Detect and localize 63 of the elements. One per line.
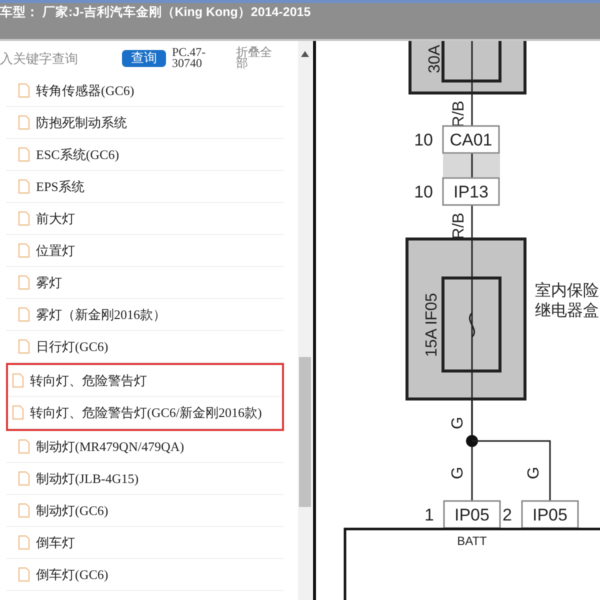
document-icon — [12, 373, 24, 388]
connector-label: IP13 — [454, 182, 488, 202]
scrollbar[interactable] — [298, 41, 312, 600]
scroll-thumb[interactable] — [299, 357, 311, 507]
scroll-up-icon[interactable] — [301, 51, 309, 57]
tree-item[interactable]: 转角传感器(GC6) — [6, 75, 284, 107]
tree-item[interactable]: 防抱死制动系统 — [6, 107, 284, 139]
tree-item[interactable]: 倒车灯(GC6) — [6, 559, 284, 591]
document-icon — [18, 503, 30, 518]
connector-shade — [443, 154, 500, 177]
tree-item[interactable]: 制动灯(GC6) — [6, 495, 284, 527]
tree-item[interactable]: 雾灯（新金刚2016款） — [6, 299, 284, 331]
document-icon — [18, 83, 30, 98]
search-field[interactable]: 入关键字查询 — [0, 50, 116, 66]
document-icon — [18, 307, 30, 322]
tree-item[interactable]: 雾灯 — [6, 267, 284, 299]
box-label: 室内保险 — [535, 282, 599, 300]
connector-box — [443, 500, 501, 529]
tree-item[interactable]: ESC系统(GC6) — [6, 139, 284, 171]
pin-number: 10 — [414, 130, 433, 150]
pin-number: 10 — [414, 182, 433, 202]
tree-item[interactable]: 位置灯 — [6, 235, 284, 267]
junction-dot — [466, 435, 478, 447]
fuse-label: 15A IF05 — [424, 292, 440, 358]
code-text: PC.47-30740 — [172, 47, 207, 69]
wire-label: G — [450, 466, 466, 480]
tree-item[interactable]: 制动灯(JLB-4G15) — [6, 463, 284, 495]
document-icon — [12, 405, 24, 420]
tree-item[interactable]: 前大灯 — [6, 203, 284, 235]
tree-item[interactable]: 制动灯(MR479QN/479QA) — [6, 431, 284, 463]
connector-box — [521, 500, 579, 529]
connector-box — [442, 177, 500, 206]
connector-label: IP05 — [532, 506, 568, 524]
box-label: 继电器盒 — [535, 302, 599, 320]
tree-item[interactable]: 日行灯(GC6) — [6, 331, 284, 363]
document-icon — [18, 535, 30, 550]
fuse-symbol — [469, 312, 475, 338]
document-icon — [18, 147, 30, 162]
wire-label: G — [450, 416, 466, 430]
document-icon — [18, 471, 30, 486]
document-icon — [18, 567, 30, 582]
tree-item[interactable]: 转向灯、危险警告灯 — [8, 365, 282, 397]
tree-item[interactable]: 倒车灯 — [6, 527, 284, 559]
document-icon — [18, 115, 30, 130]
connector-box — [442, 125, 500, 154]
fuse-label: 30A — [426, 44, 444, 74]
tree-item[interactable]: EPS系统 — [6, 171, 284, 203]
document-icon — [18, 179, 30, 194]
document-icon — [18, 275, 30, 290]
connector-label: IP05 — [454, 506, 490, 524]
collapse-all-link[interactable]: 折叠全部 — [236, 47, 276, 69]
pin-number: 2 — [502, 506, 512, 524]
search-button[interactable]: 查询 — [122, 50, 166, 66]
tree-item[interactable]: 转向灯、危险警告灯(GC6/新金刚2016款) — [8, 397, 282, 429]
connector-label: CA01 — [450, 130, 492, 150]
document-icon — [18, 243, 30, 258]
pin-number: 1 — [424, 506, 434, 524]
document-icon — [18, 439, 30, 454]
document-icon — [18, 211, 30, 226]
wire-label: G — [526, 466, 542, 480]
window-title: 车型： 厂家:J-吉利汽车金刚（King Kong）2014-2015 — [0, 4, 311, 21]
document-icon — [18, 339, 30, 354]
connector-caption: BATT — [457, 534, 487, 548]
